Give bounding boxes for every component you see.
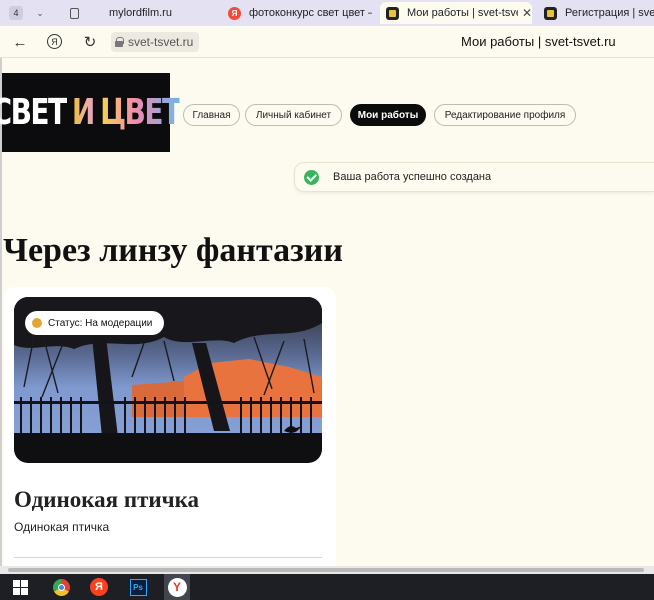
photoshop-icon[interactable]: Ps bbox=[128, 577, 148, 597]
tab-list-chevron-icon[interactable]: ⌄ bbox=[33, 8, 47, 19]
work-title: Одинокая птичка bbox=[14, 487, 199, 512]
tab-title: фотоконкурс свет цвет – bbox=[249, 7, 372, 19]
yandex-browser-icon[interactable]: Y bbox=[164, 574, 190, 600]
tab-title: mylordfilm.ru bbox=[109, 7, 172, 19]
success-notice: Ваша работа успешно создана bbox=[294, 162, 654, 192]
site-logo[interactable]: СВЕТИЦВЕТ bbox=[0, 73, 182, 152]
tab-counter[interactable]: 4 bbox=[9, 6, 23, 20]
scrollbar-thumb[interactable] bbox=[8, 568, 644, 572]
nav-edit-profile[interactable]: Редактирование профиля bbox=[434, 104, 576, 126]
status-text: Статус: На модерации bbox=[48, 317, 153, 329]
lock-icon bbox=[115, 37, 124, 47]
horizontal-scrollbar[interactable] bbox=[0, 566, 654, 574]
yandex-icon[interactable]: Я bbox=[89, 577, 109, 597]
address-text: svet-tsvet.ru bbox=[128, 35, 194, 49]
browser-tab-strip: 4 ⌄ mylordfilm.ru Я фотоконкурс свет цве… bbox=[0, 0, 654, 26]
nav-home[interactable]: Главная bbox=[183, 104, 240, 126]
work-description: Одинокая птичка bbox=[14, 520, 110, 534]
tab-my-works[interactable]: Мои работы | svet-tsvet ✕ bbox=[380, 2, 532, 24]
contest-title: Через линзу фантазии bbox=[3, 232, 343, 269]
tab-title: Мои работы | svet-tsvet bbox=[407, 7, 518, 19]
notice-text: Ваша работа успешно создана bbox=[333, 171, 492, 183]
tab-title: Регистрация | svet- bbox=[565, 7, 654, 19]
windows-start-icon[interactable] bbox=[10, 577, 30, 597]
card-divider bbox=[14, 557, 322, 558]
page-title: Мои работы | svet-tsvet.ru bbox=[461, 34, 616, 49]
close-icon[interactable]: ✕ bbox=[522, 6, 532, 20]
chrome-icon[interactable] bbox=[51, 577, 71, 597]
status-dot-icon bbox=[32, 318, 42, 328]
yandex-button[interactable]: Я bbox=[47, 34, 62, 49]
site-icon bbox=[544, 6, 557, 20]
check-circle-icon bbox=[304, 169, 319, 185]
reload-icon[interactable]: ↻ bbox=[80, 32, 100, 52]
browser-toolbar: ← Я ↻ svet-tsvet.ru Мои работы | svet-ts… bbox=[0, 26, 654, 58]
site-icon bbox=[386, 6, 399, 20]
status-badge: Статус: На модерации bbox=[25, 311, 165, 335]
tab-photo-contest[interactable]: Я фотоконкурс свет цвет – bbox=[222, 2, 372, 24]
nav-personal-account[interactable]: Личный кабинет bbox=[245, 104, 342, 126]
tab-mylordfilm[interactable]: mylordfilm.ru bbox=[62, 2, 218, 24]
tab-registration[interactable]: Регистрация | svet- bbox=[538, 2, 654, 24]
address-bar[interactable]: svet-tsvet.ru bbox=[111, 32, 200, 52]
page-icon bbox=[68, 7, 81, 20]
nav-my-works[interactable]: Мои работы bbox=[350, 104, 426, 126]
yandex-icon: Я bbox=[228, 6, 241, 20]
logo-wordmark: СВЕТИЦВЕТ bbox=[0, 92, 182, 133]
windows-taskbar: Я Ps Y bbox=[0, 574, 654, 600]
back-arrow-icon[interactable]: ← bbox=[10, 32, 30, 52]
